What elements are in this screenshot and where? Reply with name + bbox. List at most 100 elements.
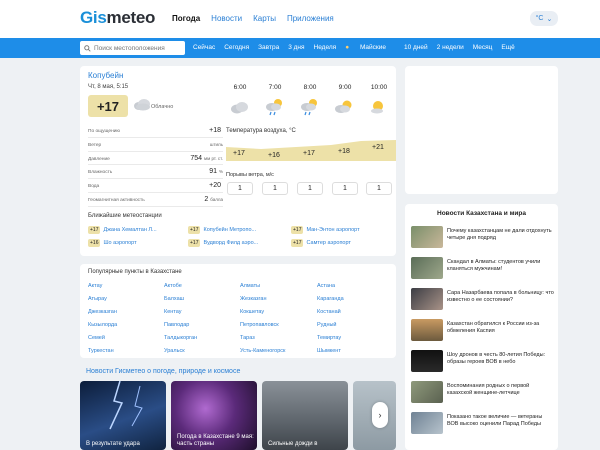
temp-curve bbox=[226, 140, 396, 161]
news-item[interactable]: Скандал в Алматы: студентов учили кланят… bbox=[411, 257, 556, 283]
city-link[interactable]: Атырау bbox=[88, 296, 107, 302]
daynav-may-holidays[interactable]: ● Майские bbox=[345, 44, 395, 51]
param-feels-like: По ощущению +18 bbox=[88, 124, 223, 138]
city-link[interactable]: Уральск bbox=[164, 348, 185, 354]
station-link[interactable]: +17 Вудворд Филд аэро... bbox=[188, 239, 258, 247]
news-item[interactable]: Казахстан обратился к России из-за обмел… bbox=[411, 319, 556, 345]
news-thumb bbox=[411, 350, 443, 372]
daynav-10days[interactable]: 10 дней bbox=[404, 44, 428, 51]
station-link[interactable]: +17 Самтер аэропорт bbox=[291, 239, 351, 247]
city-link[interactable]: Тараз bbox=[240, 335, 255, 341]
param-humidity: Влажность 91% bbox=[88, 165, 223, 180]
city-link[interactable]: Астана bbox=[317, 283, 335, 289]
nav-news[interactable]: Новости bbox=[211, 14, 242, 23]
hour-temp: +16 bbox=[268, 152, 280, 159]
current-datetime: Чт, 8 мая, 5:15 bbox=[88, 84, 129, 90]
news-headline: Скандал в Алматы: студентов учили кланят… bbox=[447, 259, 541, 272]
current-temp: +17 bbox=[88, 95, 128, 117]
daynav-week[interactable]: Неделя bbox=[314, 44, 337, 51]
station-link[interactable]: +16 Шо аэропорт bbox=[88, 239, 137, 247]
partly-cloudy-rain-icon bbox=[301, 99, 317, 116]
balloon-icon: ● bbox=[345, 44, 350, 51]
gust-value: 1 bbox=[332, 182, 358, 195]
news-thumb bbox=[411, 319, 443, 341]
city-link[interactable]: Талдыкорган bbox=[164, 335, 197, 341]
gust-value: 1 bbox=[262, 182, 288, 195]
daynav-2weeks[interactable]: 2 недели bbox=[437, 44, 464, 51]
news-headline: Шоу дронов в честь 80-летия Победы: обра… bbox=[447, 352, 546, 365]
city-link[interactable]: Петропавловск bbox=[240, 322, 279, 328]
nav-maps[interactable]: Карты bbox=[253, 14, 276, 23]
city-link[interactable]: Кентау bbox=[164, 309, 182, 315]
gust-value: 1 bbox=[366, 182, 392, 195]
daynav-now[interactable]: Сейчас bbox=[193, 44, 215, 51]
lightning-image bbox=[109, 381, 143, 430]
city-link[interactable]: Павлодар bbox=[164, 322, 189, 328]
city-link[interactable]: Джезказган bbox=[88, 309, 117, 315]
city-link[interactable]: Семей bbox=[88, 335, 105, 341]
daynav-month[interactable]: Месяц bbox=[473, 44, 493, 51]
city-link[interactable]: Актау bbox=[88, 283, 102, 289]
news-headline: Показано такое величие — ветераны ВОВ вы… bbox=[447, 414, 543, 427]
current-weather-card: Копубейн Чт, 8 мая, 5:15 +17 Облачно По … bbox=[80, 66, 396, 256]
next-arrow-button[interactable]: › bbox=[372, 402, 388, 428]
top-header: Gismeteo Погода Новости Карты Приложения… bbox=[0, 0, 600, 38]
unit-selector[interactable]: °C ⌄ bbox=[530, 11, 558, 26]
weather-desc: Облачно bbox=[151, 104, 174, 110]
city-link[interactable]: Актобе bbox=[164, 283, 182, 289]
weather-params: По ощущению +18 Ветер штиль Давление 754 мм … bbox=[88, 124, 223, 207]
hour-temp: +21 bbox=[372, 144, 384, 151]
news-tile[interactable]: В результате удара bbox=[80, 381, 166, 450]
daynav-tomorrow[interactable]: Завтра bbox=[258, 44, 279, 51]
city-link[interactable]: Жезказган bbox=[240, 296, 267, 302]
hour-temp: +17 bbox=[233, 150, 245, 157]
city-link[interactable]: Костанай bbox=[317, 309, 341, 315]
news-item[interactable]: Шоу дронов в честь 80-летия Победы: обра… bbox=[411, 350, 556, 376]
city-link[interactable]: Шымкент bbox=[317, 348, 341, 354]
hour-label: 8:00 bbox=[303, 84, 317, 91]
sunny-icon bbox=[371, 101, 383, 114]
city-link[interactable]: Караганда bbox=[317, 296, 344, 302]
city-link[interactable]: Туркестан bbox=[88, 348, 114, 354]
gismeteo-news-title[interactable]: Новости Гисметео о погоде, природе и кос… bbox=[86, 368, 240, 375]
param-water: Вода +20 bbox=[88, 179, 223, 193]
station-link[interactable]: +17 Ман-Энтон аэропорт bbox=[291, 226, 360, 234]
news-tile-caption: Погода в Казахстане 9 мая: часть страны bbox=[177, 434, 254, 447]
news-tile-caption: Сильные дожди в bbox=[268, 441, 318, 447]
news-tile[interactable]: Погода в Казахстане 9 мая: часть страны bbox=[171, 381, 257, 450]
news-item[interactable]: Показано такое величие — ветераны ВОВ вы… bbox=[411, 412, 556, 438]
daynav-more[interactable]: Ещё bbox=[501, 44, 514, 51]
ad-placeholder bbox=[405, 66, 558, 194]
kz-news-card: Новости Казахстана и мира Почему казахст… bbox=[405, 204, 558, 450]
cloudy-icon bbox=[134, 99, 150, 111]
city-link[interactable]: Усть-Каменогорск bbox=[240, 348, 285, 354]
news-tile-caption: В результате удара bbox=[86, 441, 140, 447]
station-link[interactable]: +17 Копубейн Метропо... bbox=[188, 226, 256, 234]
search-box[interactable] bbox=[80, 41, 185, 55]
gismeteo-logo[interactable]: Gismeteo bbox=[80, 8, 155, 28]
partly-cloudy-icon bbox=[335, 100, 352, 113]
city-link[interactable]: Кызылорда bbox=[88, 322, 117, 328]
chevron-down-icon: ⌄ bbox=[546, 15, 553, 23]
city-link[interactable]: Алматы bbox=[240, 283, 260, 289]
news-headline: Сара Назарбаева попала в больницу: что и… bbox=[447, 290, 554, 303]
city-link[interactable]: Темиртау bbox=[317, 335, 341, 341]
city-link[interactable]: Балхаш bbox=[164, 296, 184, 302]
station-link[interactable]: +17 Джана Хемалтан Л... bbox=[88, 226, 157, 234]
param-geomagnetic: Геомагнитная активность 2 балла bbox=[88, 193, 223, 207]
nav-weather[interactable]: Погода bbox=[172, 14, 200, 23]
city-name[interactable]: Копубейн bbox=[88, 71, 123, 80]
news-tile[interactable]: Сильные дожди в bbox=[262, 381, 348, 450]
city-link[interactable]: Кокшетау bbox=[240, 309, 264, 315]
hour-label: 9:00 bbox=[338, 84, 352, 91]
news-item[interactable]: Почему казахстанцам не дали отдохнуть че… bbox=[411, 226, 556, 252]
news-item[interactable]: Воспоминания родных о первой казахской ж… bbox=[411, 381, 556, 407]
daynav-3days[interactable]: 3 дня bbox=[288, 44, 304, 51]
nav-apps[interactable]: Приложения bbox=[287, 14, 334, 23]
city-link[interactable]: Рудный bbox=[317, 322, 337, 328]
hour-temp: +18 bbox=[338, 148, 350, 155]
day-nav: Сейчас Сегодня Завтра 3 дня Неделя ● Май… bbox=[193, 44, 524, 51]
daynav-today[interactable]: Сегодня bbox=[224, 44, 249, 51]
news-item[interactable]: Сара Назарбаева попала в больницу: что и… bbox=[411, 288, 556, 314]
search-input[interactable] bbox=[94, 44, 184, 52]
